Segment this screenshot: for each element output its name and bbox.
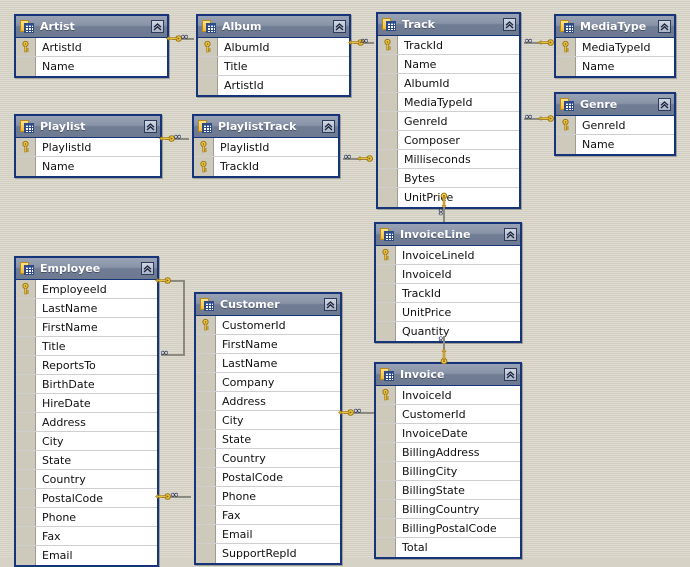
key-icon [338, 408, 354, 417]
relationship-one-endpoint [338, 408, 354, 417]
relationship-many-endpoint: ∞ [524, 34, 533, 47]
key-icon [538, 114, 554, 123]
relationship-many-endpoint: ∞ [170, 488, 179, 501]
relationship-many-endpoint: ∞ [353, 404, 362, 417]
relationships-layer: ∞ ∞ ∞ ∞ ∞ ∞ ∞ ∞ ∞ ∞ ∞ [0, 0, 690, 557]
diagram-canvas[interactable]: Artist ArtistId Name Album AlbumId Title Artis… [0, 0, 690, 567]
relationship-many-endpoint: ∞ [360, 34, 369, 47]
relationship-many-endpoint: ∞ [173, 130, 182, 143]
relationship-line [183, 280, 185, 356]
relationship-one-endpoint [155, 492, 171, 501]
relationship-many-endpoint: ∞ [524, 110, 533, 123]
relationship-one-endpoint [357, 154, 373, 163]
key-icon [155, 276, 171, 285]
relationship-one-endpoint [538, 38, 554, 47]
relationship-many-endpoint: ∞ [434, 207, 448, 216]
relationship-one-endpoint [538, 114, 554, 123]
relationship-many-endpoint: ∞ [160, 346, 169, 359]
key-icon [439, 348, 448, 364]
key-icon [538, 38, 554, 47]
relationship-many-endpoint: ∞ [343, 150, 352, 163]
relationship-many-endpoint: ∞ [180, 30, 189, 43]
relationship-one-endpoint [439, 192, 448, 208]
key-icon [155, 492, 171, 501]
key-icon [439, 192, 448, 208]
relationship-many-endpoint: ∞ [434, 335, 448, 344]
relationship-one-endpoint [155, 276, 171, 285]
relationship-one-endpoint [439, 348, 448, 364]
key-icon [357, 154, 373, 163]
